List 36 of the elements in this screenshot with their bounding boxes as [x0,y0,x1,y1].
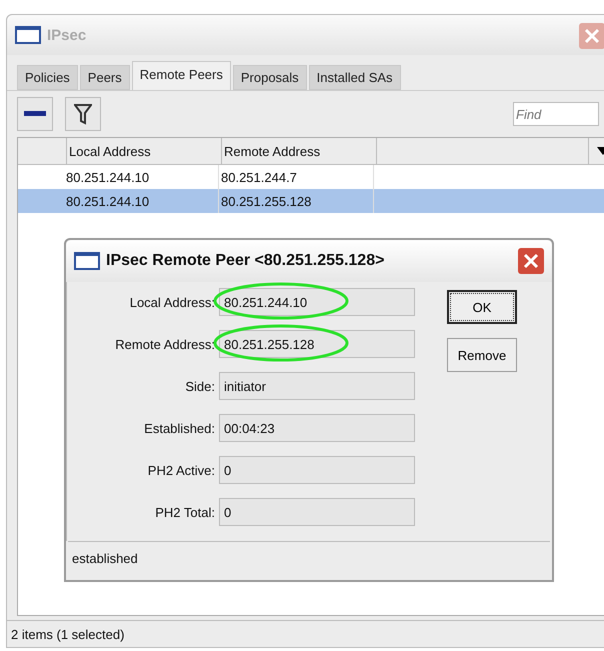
search-field[interactable]: Find [513,102,599,126]
close-icon[interactable] [518,248,544,274]
value-field[interactable]: 0 [219,456,415,484]
dialog-button[interactable]: Remove [447,338,517,372]
value-field[interactable]: 00:04:23 [219,414,415,442]
tab[interactable]: Peers [80,65,130,90]
column-header[interactable]: Local Address [67,138,222,164]
table-cell: 80.251.244.10 [64,189,219,213]
dialog-button[interactable]: OK [447,290,517,324]
window-title: IPsec [47,26,86,44]
value-field[interactable]: 0 [219,498,415,526]
column-header[interactable]: Remote Address [222,138,377,164]
field-label: Local Address: [128,294,215,310]
value-field[interactable]: 80.251.255.128 [219,330,415,358]
table-row[interactable]: 80.251.244.10 80.251.255.128 [18,189,604,213]
value-field[interactable]: 80.251.244.10 [219,288,415,316]
table-cell: 80.251.255.128 [219,189,374,213]
status-bar: 2 items (1 selected) [7,620,604,647]
field-label: Side: [184,378,215,394]
filter-icon [74,103,92,125]
tab[interactable]: Remote Peers [132,61,231,90]
tab[interactable]: Installed SAs [308,65,401,90]
field-label: Established: [143,420,215,436]
tab[interactable]: Proposals [232,65,307,90]
window-icon [74,252,100,270]
value-field[interactable]: initiator [219,372,415,400]
dialog-title: IPsec Remote Peer <80.251.255.128> [106,252,384,270]
field-label: PH2 Active: [146,462,215,478]
minus-icon [24,111,46,117]
field-label: PH2 Total: [154,504,215,520]
tab[interactable]: Policies [17,65,78,90]
window-icon [15,26,41,44]
status-text: established [68,541,550,574]
remove-button[interactable] [17,97,53,131]
field-label: Remote Address: [114,336,215,352]
filter-button[interactable] [65,97,101,131]
